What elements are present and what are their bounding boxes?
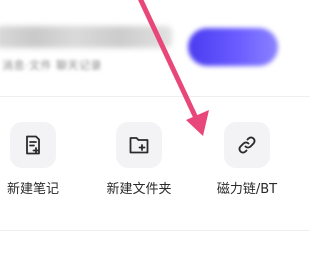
blurred-title	[0, 26, 172, 48]
primary-pill-button[interactable]	[188, 28, 278, 66]
link-icon	[224, 122, 270, 168]
new-folder-label: 新建文件夹	[106, 182, 172, 197]
divider-top	[0, 96, 310, 97]
new-folder-button[interactable]: 新建文件夹	[89, 122, 189, 208]
new-folder-icon	[116, 122, 162, 168]
divider-bottom	[0, 230, 310, 231]
magnet-link-button[interactable]: 磁力链/BT	[197, 122, 297, 208]
new-note-button[interactable]: 新建笔记	[0, 122, 83, 208]
magnet-link-label: 磁力链/BT	[216, 182, 278, 197]
new-note-label: 新建笔记	[6, 182, 59, 197]
new-note-icon	[10, 122, 56, 168]
blurred-subtitle: 消息·文件 聊天记录	[2, 59, 102, 72]
